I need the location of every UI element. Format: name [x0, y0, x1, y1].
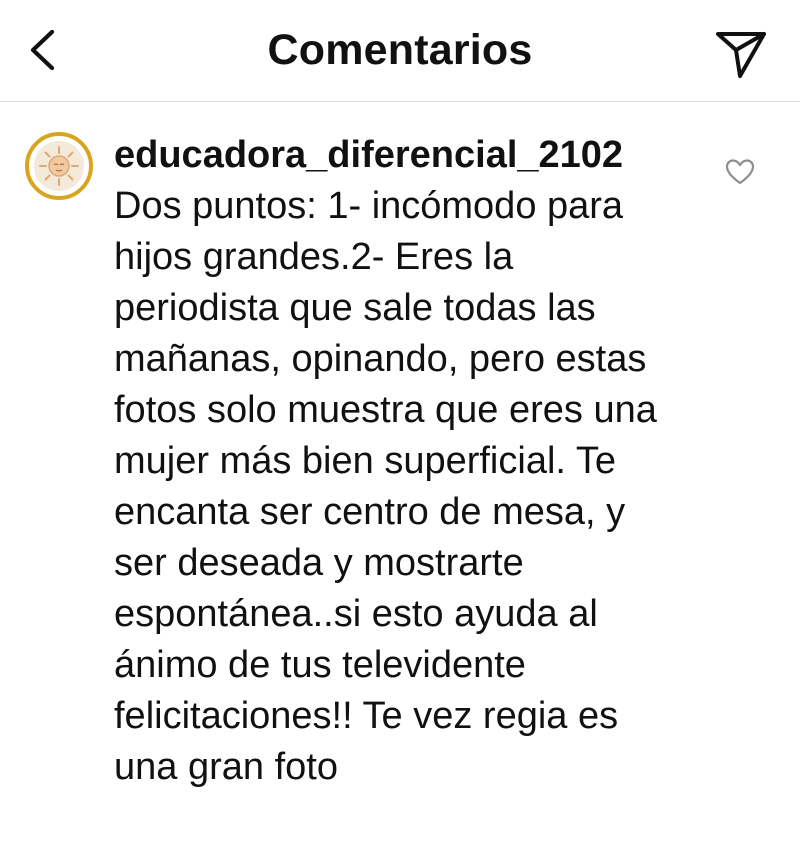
- share-button[interactable]: [712, 26, 770, 82]
- avatar[interactable]: [25, 132, 93, 200]
- comment-item: educadora_diferencial_2102 Dos puntos: 1…: [0, 102, 800, 853]
- comment-username[interactable]: educadora_diferencial_2102: [114, 134, 623, 176]
- paper-plane-icon: [716, 32, 766, 78]
- comment-body: educadora_diferencial_2102 Dos puntos: 1…: [114, 130, 684, 793]
- heart-outline-icon: [725, 159, 755, 185]
- page-title: Comentarios: [267, 26, 533, 74]
- like-button[interactable]: [724, 156, 756, 188]
- avatar-image: [34, 141, 84, 191]
- header-bar: Comentarios: [0, 0, 800, 102]
- comment-text: Dos puntos: 1- incómodo para hijos grand…: [114, 185, 657, 788]
- sun-face-icon: [39, 146, 79, 186]
